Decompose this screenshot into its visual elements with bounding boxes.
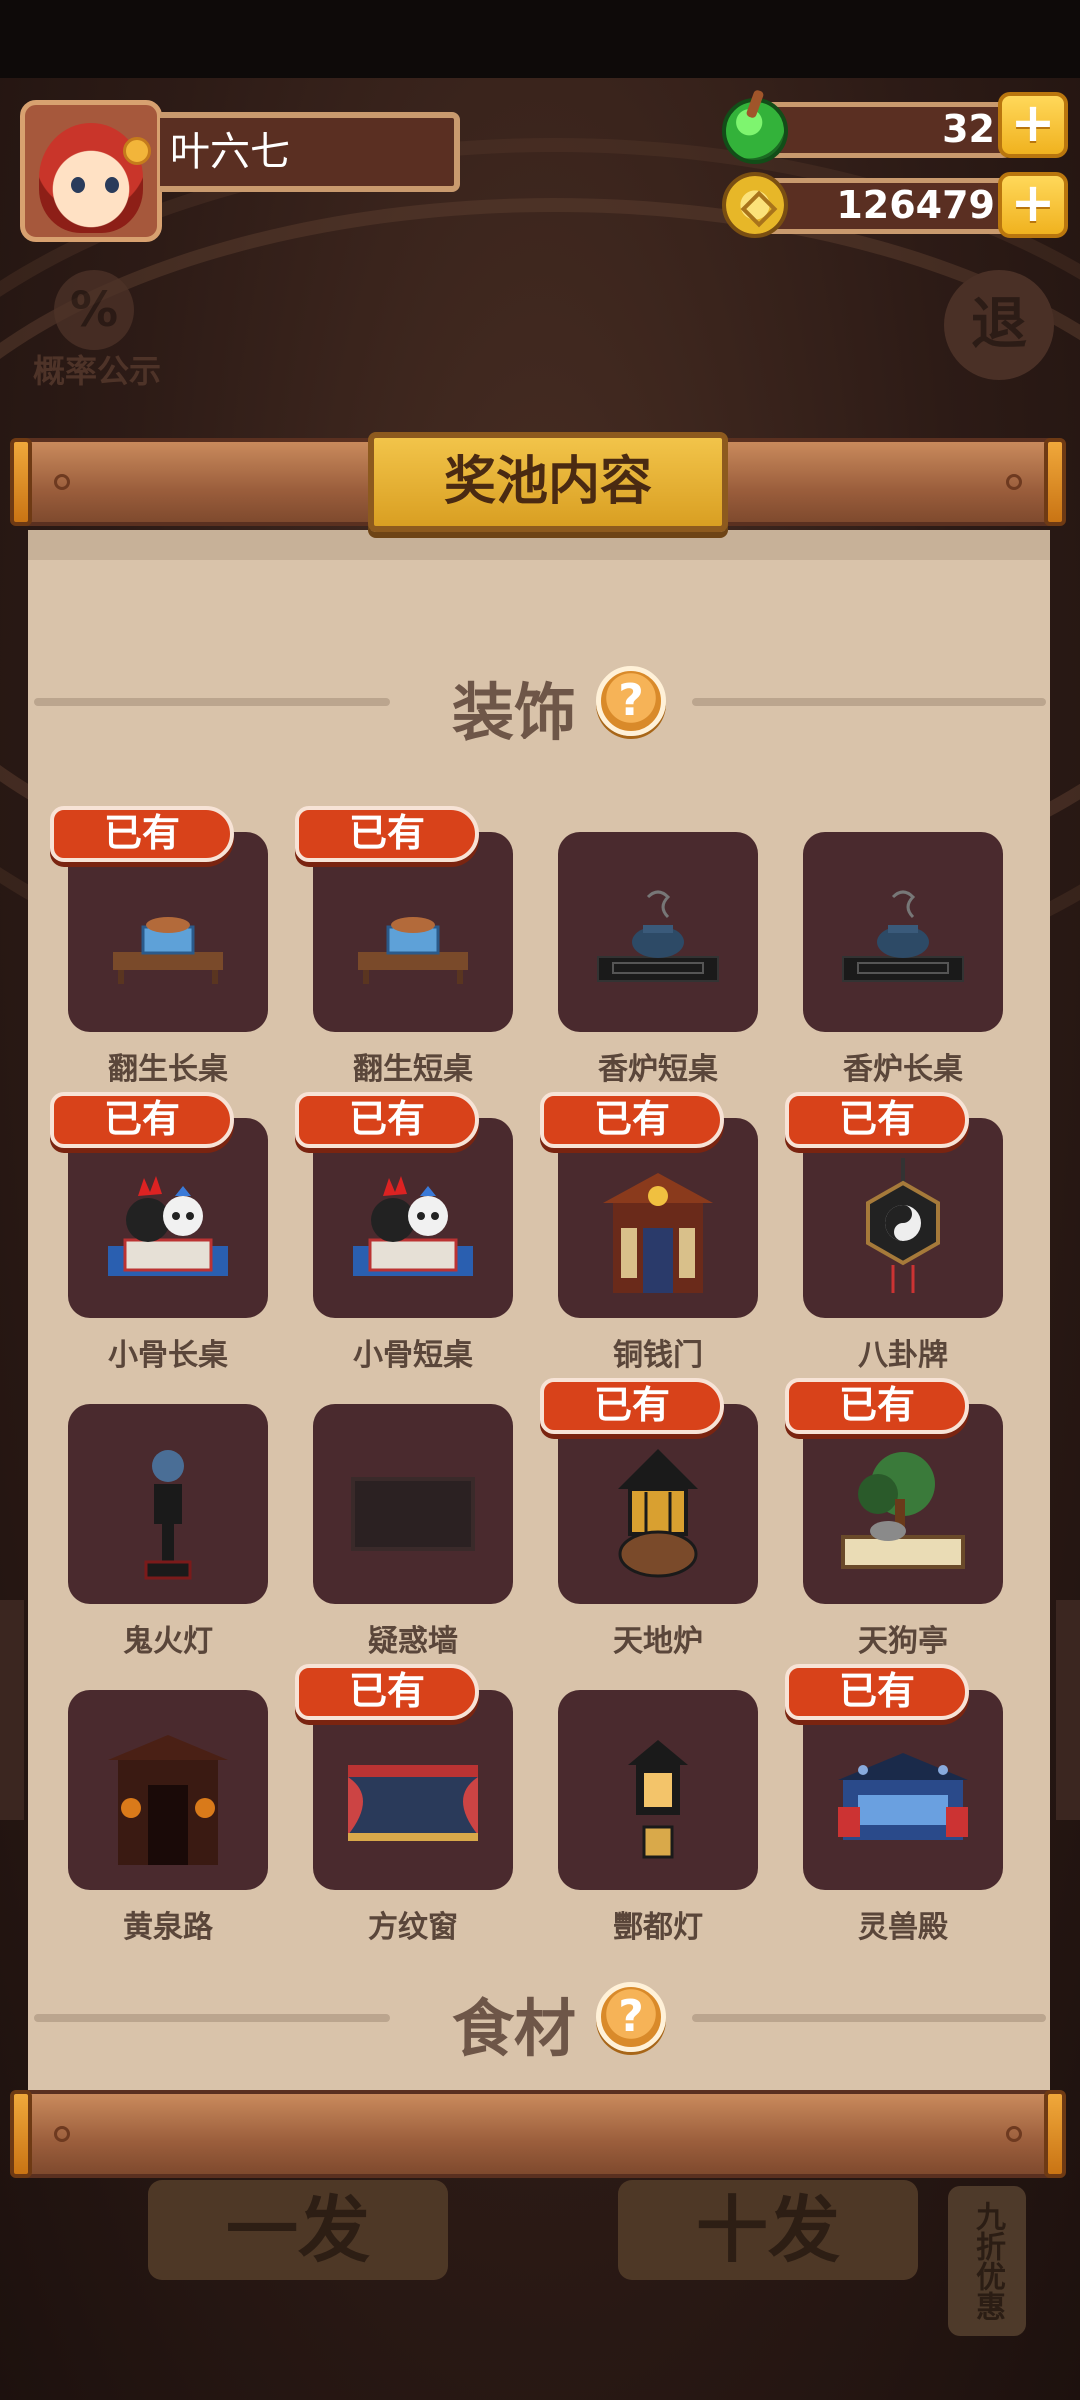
item-name: 酆都灯 bbox=[613, 1910, 703, 1945]
item-name: 香炉短桌 bbox=[598, 1052, 718, 1087]
status-bar bbox=[0, 0, 1080, 78]
section-title: 食材 bbox=[451, 1992, 576, 2065]
right-edge bbox=[1056, 1600, 1080, 1820]
item-tile[interactable] bbox=[558, 1690, 758, 1890]
heaven-furnace-icon bbox=[608, 1444, 708, 1588]
incense-table-icon bbox=[593, 887, 723, 1001]
item-name: 灵兽殿 bbox=[858, 1910, 948, 1945]
avatar[interactable] bbox=[20, 100, 162, 242]
item-name: 方纹窗 bbox=[368, 1910, 458, 1945]
panel-title: 奖池内容 bbox=[368, 432, 728, 532]
owned-badge: 已有 bbox=[50, 806, 234, 862]
section-decoration: 装饰 ? bbox=[28, 662, 1050, 749]
item-tile[interactable] bbox=[558, 1118, 758, 1318]
item-tile[interactable] bbox=[558, 1404, 758, 1604]
item-tile[interactable] bbox=[313, 1690, 513, 1890]
item-name: 小骨长桌 bbox=[108, 1338, 228, 1373]
probability-icon[interactable]: % bbox=[54, 270, 134, 350]
item-name: 香炉长桌 bbox=[843, 1052, 963, 1087]
help-icon[interactable]: ? bbox=[596, 1982, 666, 2052]
item-tile[interactable] bbox=[558, 832, 758, 1032]
item-name: 疑惑墙 bbox=[368, 1624, 458, 1659]
beast-palace-icon bbox=[833, 1745, 973, 1859]
left-edge bbox=[0, 1600, 24, 1820]
draw-one-button[interactable]: 一发 bbox=[148, 2180, 448, 2280]
item-tile[interactable] bbox=[803, 832, 1003, 1032]
item-tile[interactable] bbox=[803, 1690, 1003, 1890]
item-tile[interactable] bbox=[68, 1690, 268, 1890]
altar-table-icon bbox=[353, 897, 473, 991]
underworld-gate-icon bbox=[103, 1730, 233, 1874]
owned-badge: 已有 bbox=[785, 1092, 969, 1148]
pattern-window-icon bbox=[343, 1755, 483, 1849]
owned-badge: 已有 bbox=[295, 806, 479, 862]
item-name: 八卦牌 bbox=[858, 1338, 948, 1373]
item-tile[interactable] bbox=[68, 832, 268, 1032]
exit-button[interactable]: 退 bbox=[944, 270, 1054, 380]
item-tile[interactable] bbox=[313, 1118, 513, 1318]
mystery-wall-icon bbox=[348, 1474, 478, 1558]
item-name: 天地炉 bbox=[613, 1624, 703, 1659]
item-name: 翻生短桌 bbox=[353, 1052, 473, 1087]
skull-table-icon bbox=[348, 1168, 478, 1292]
item-name: 小骨短桌 bbox=[353, 1338, 473, 1373]
owned-badge: 已有 bbox=[295, 1664, 479, 1720]
help-icon[interactable]: ? bbox=[596, 666, 666, 736]
item-tile[interactable] bbox=[803, 1404, 1003, 1604]
item-name: 翻生长桌 bbox=[108, 1052, 228, 1087]
owned-badge: 已有 bbox=[540, 1378, 724, 1434]
discount-tag: 九折优惠 bbox=[948, 2186, 1026, 2336]
item-tile[interactable] bbox=[313, 1404, 513, 1604]
owned-badge: 已有 bbox=[785, 1378, 969, 1434]
item-tile[interactable] bbox=[313, 832, 513, 1032]
item-name: 铜钱门 bbox=[613, 1338, 703, 1373]
scroll-rod-bottom bbox=[10, 2090, 1066, 2178]
owned-badge: 已有 bbox=[50, 1092, 234, 1148]
owned-badge: 已有 bbox=[785, 1664, 969, 1720]
prize-pool-panel[interactable]: 装饰 ? 翻生长桌 已有 翻生短桌 已有 香炉短桌 香炉长桌 小骨长桌 已有 小骨短桌 已有 铜钱门… bbox=[28, 530, 1050, 2090]
player-name: 叶六七 bbox=[160, 112, 460, 192]
item-tile[interactable] bbox=[68, 1404, 268, 1604]
item-name: 黄泉路 bbox=[123, 1910, 213, 1945]
bagua-plaque-icon bbox=[848, 1153, 958, 1307]
ghost-lamp-icon bbox=[128, 1444, 208, 1588]
section-title: 装饰 bbox=[451, 676, 576, 749]
altar-table-icon bbox=[108, 897, 228, 991]
item-name: 鬼火灯 bbox=[123, 1624, 213, 1659]
incense-table-icon bbox=[838, 887, 968, 1001]
item-tile[interactable] bbox=[68, 1118, 268, 1318]
draw-ten-button[interactable]: 十发 bbox=[618, 2180, 918, 2280]
item-name: 天狗亭 bbox=[858, 1624, 948, 1659]
probability-label[interactable]: 概率公示 bbox=[22, 346, 172, 392]
item-tile[interactable] bbox=[803, 1118, 1003, 1318]
owned-badge: 已有 bbox=[295, 1092, 479, 1148]
add-jade-button[interactable]: + bbox=[998, 92, 1068, 158]
coin-gate-icon bbox=[593, 1158, 723, 1302]
section-ingredients: 食材 ? bbox=[28, 1978, 1050, 2065]
bonsai-pavilion-icon bbox=[833, 1449, 973, 1583]
owned-badge: 已有 bbox=[540, 1092, 724, 1148]
fengdu-lantern-icon bbox=[618, 1735, 698, 1869]
skull-table-icon bbox=[103, 1168, 233, 1292]
add-coin-button[interactable]: + bbox=[998, 172, 1068, 238]
